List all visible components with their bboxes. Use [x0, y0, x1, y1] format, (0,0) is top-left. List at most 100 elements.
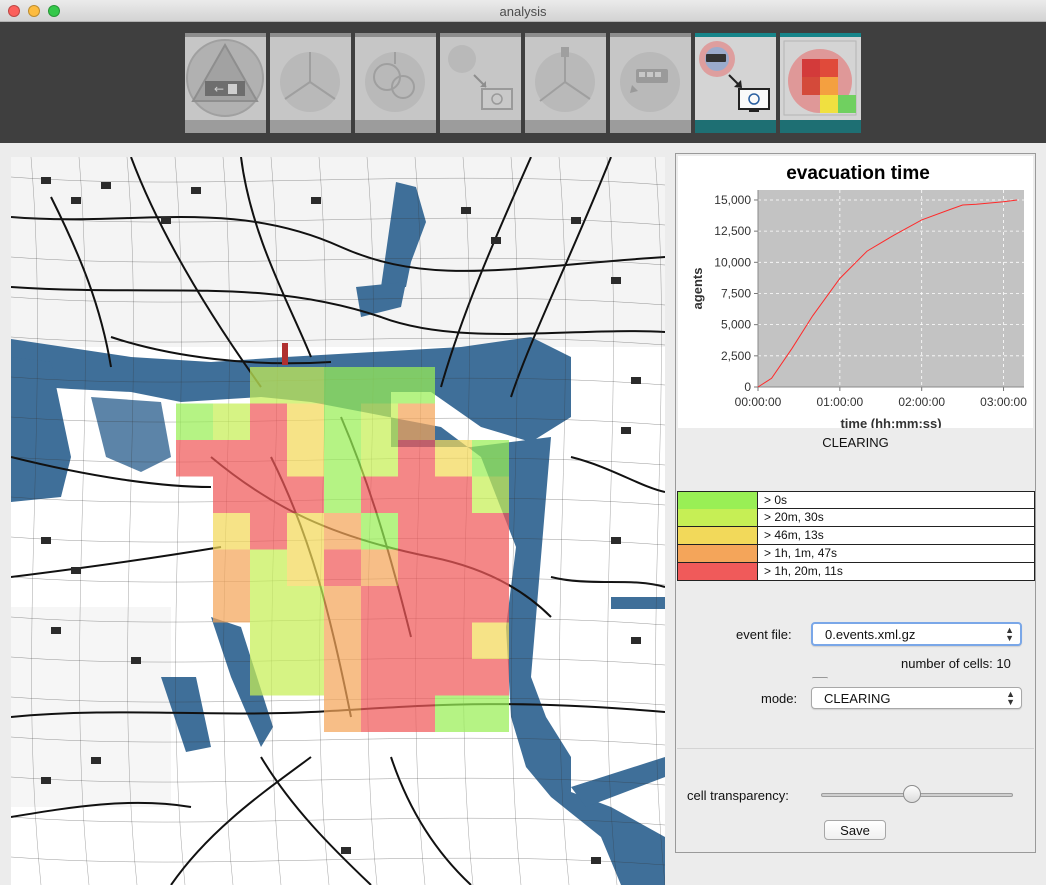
evacuation-cell	[324, 586, 361, 623]
evacuation-cell	[213, 513, 250, 550]
evacuation-cell	[472, 440, 509, 477]
building	[101, 182, 111, 189]
evacuation-cell	[398, 476, 435, 513]
evacuation-cell	[398, 622, 435, 659]
mode-value: CLEARING	[824, 691, 891, 706]
evacuation-cell	[287, 476, 324, 513]
evacuation-cell	[435, 513, 472, 550]
evacuation-cell	[472, 513, 509, 550]
y-tick-label: 15,000	[714, 193, 751, 207]
x-tick-label: 00:00:00	[735, 395, 782, 409]
title-bar: analysis	[0, 0, 1046, 22]
save-button[interactable]: Save	[824, 820, 886, 840]
legend-label: > 0s	[764, 493, 788, 507]
evacuation-cell	[324, 367, 361, 404]
evacuation-cell	[361, 586, 398, 623]
building	[611, 277, 621, 284]
evacuation-cell	[213, 403, 250, 440]
evacuation-cell	[213, 440, 250, 477]
mode-label: mode:	[761, 691, 798, 706]
simulation-icon	[699, 41, 770, 112]
evacuation-cell	[398, 549, 435, 586]
analysis-window: analysis ← evacuation time 0 2,500 5,000…	[0, 0, 1046, 885]
evacuation-cell	[213, 476, 250, 513]
population-icon	[280, 52, 340, 112]
tool-bus-stops[interactable]	[610, 33, 691, 133]
analysis-grid-icon	[783, 40, 857, 116]
mode-select[interactable]: CLEARING ▲ ▼	[811, 687, 1022, 709]
evacuation-cell	[398, 440, 435, 477]
evacuation-cell	[324, 476, 361, 513]
evacuation-cell	[250, 367, 287, 404]
building	[41, 177, 51, 184]
building	[51, 627, 61, 634]
evacuation-cell	[435, 440, 472, 477]
building	[631, 377, 641, 384]
evacuation-cell	[324, 659, 361, 696]
y-tick-label: 7,500	[721, 286, 751, 300]
building	[341, 847, 351, 854]
evacuation-cell	[324, 403, 361, 440]
bridge	[282, 343, 288, 365]
evacuation-cell	[361, 695, 398, 732]
building	[71, 567, 81, 574]
legend-swatch	[678, 509, 758, 526]
cell-transparency-label: cell transparency:	[687, 788, 789, 803]
cell-transparency-slider-thumb[interactable]	[903, 785, 921, 803]
tool-analysis-grid[interactable]	[780, 33, 861, 133]
evacuation-cell	[250, 403, 287, 440]
evacuation-cell	[250, 586, 287, 623]
plot-area	[758, 190, 1024, 387]
evacuation-cell	[435, 549, 472, 586]
event-file-value: 0.events.xml.gz	[825, 627, 916, 642]
evacuation-cell	[287, 513, 324, 550]
select-arrows-icon: ▲ ▼	[1006, 689, 1015, 707]
building	[591, 857, 601, 864]
evacuation-cell	[472, 476, 509, 513]
tool-population[interactable]	[270, 33, 351, 133]
legend-row: > 1h, 20m, 11s	[677, 563, 1035, 581]
building	[191, 187, 201, 194]
evacuation-cell	[287, 622, 324, 659]
evacuation-cell	[361, 622, 398, 659]
evacuation-cell	[361, 659, 398, 696]
evacuation-cell	[361, 440, 398, 477]
evacuation-cell	[250, 476, 287, 513]
building	[41, 537, 51, 544]
evacuation-cell	[250, 659, 287, 696]
panel-divider	[677, 748, 1034, 749]
y-axis-label: agents	[690, 268, 705, 310]
evacuation-cell	[250, 622, 287, 659]
computation-icon	[448, 45, 513, 110]
number-of-cells-label: number of cells: 10	[901, 656, 1011, 671]
evacuation-area-icon: ←	[186, 39, 264, 117]
evacuation-cell	[472, 622, 509, 659]
cell-count-slider[interactable]	[812, 677, 828, 680]
population-circles-icon	[365, 52, 425, 112]
svg-text:←: ←	[214, 82, 224, 96]
event-file-select[interactable]: 0.events.xml.gz ▲ ▼	[811, 622, 1022, 646]
tool-computation[interactable]	[440, 33, 521, 133]
evacuation-cell	[213, 586, 250, 623]
evacuation-cell	[324, 549, 361, 586]
evacuation-cell	[287, 659, 324, 696]
evacuation-cell	[398, 513, 435, 550]
legend-row: > 46m, 13s	[677, 527, 1035, 545]
evacuation-cell	[287, 403, 324, 440]
y-tick-label: 12,500	[714, 224, 751, 238]
evacuation-cell	[324, 695, 361, 732]
evacuation-cell	[250, 513, 287, 550]
evacuation-cell	[324, 513, 361, 550]
evacuation-cell	[472, 549, 509, 586]
evacuation-time-chart: evacuation time 0 2,500 5,000 7,500 10,000 12,…	[678, 156, 1033, 428]
tool-evacuation-area[interactable]: ←	[185, 33, 266, 133]
analysis-panel: evacuation time 0 2,500 5,000 7,500 10,000 12,…	[675, 153, 1036, 853]
evacuation-cell	[176, 440, 213, 477]
evacuation-cell	[472, 695, 509, 732]
tool-population-circles[interactable]	[355, 33, 436, 133]
evacuation-cell	[361, 476, 398, 513]
tool-simulation[interactable]	[695, 33, 776, 133]
map-view[interactable]	[11, 157, 665, 885]
tool-road-closure[interactable]	[525, 33, 606, 133]
evacuation-cell	[435, 476, 472, 513]
